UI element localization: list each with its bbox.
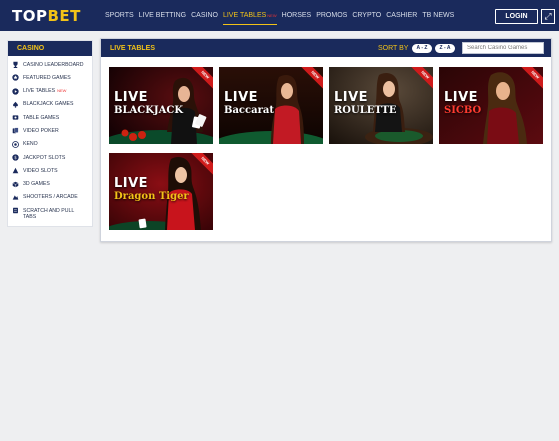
sidebar-item-label: FEATURED GAMES [23, 74, 71, 81]
sort-by-label: SORT BY [378, 45, 409, 52]
nav-tb-news[interactable]: TB NEWS [422, 11, 454, 21]
nav-sports[interactable]: SPORTS [105, 11, 134, 21]
svg-text:$: $ [14, 155, 17, 160]
search-casino-games-input[interactable] [462, 42, 544, 54]
live-icon [12, 87, 19, 95]
nav-live-tables[interactable]: LIVE TABLESNEW [222, 11, 277, 25]
sidebar-item-featured-games[interactable]: FEATURED GAMES [8, 71, 92, 84]
panel-title: LIVE TABLES [110, 45, 155, 52]
nav-live-betting[interactable]: LIVE BETTING [139, 11, 186, 21]
sidebar-item-video-poker[interactable]: VIDEO POKER [8, 124, 92, 137]
sidebar-live-tables-label: LIVE TABLES [23, 88, 56, 95]
sidebar-item-live-tables[interactable]: LIVE TABLES NEW [8, 85, 92, 98]
casino-sidebar: CASINO CASINO LEADERBOARD FEATURED GAMES… [7, 40, 93, 227]
game-tile-live-roulette[interactable]: LIVE ROULETTE NEW [329, 67, 433, 144]
sidebar-item-label: VIDEO POKER [23, 127, 59, 134]
game-tile-live-dragon-tiger[interactable]: LIVE Dragon Tiger NEW [109, 153, 213, 230]
sidebar-item-label: KENO [23, 141, 38, 148]
nav-crypto[interactable]: CRYPTO [352, 11, 381, 21]
sidebar-item-label: SHOOTERS / ARCADE [23, 194, 78, 201]
nav-live-tables-label: LIVE TABLES [222, 12, 267, 19]
tile-game-name: Dragon Tiger [114, 191, 189, 202]
sidebar-item-label: SCRATCH AND PULL TABS [23, 207, 75, 220]
panel-header: LIVE TABLES SORT BY A - Z Z - A [101, 39, 551, 57]
nav-casino[interactable]: CASINO [191, 11, 218, 21]
tile-game-name: SICBO [444, 105, 482, 116]
tile-live-label: LIVE [114, 90, 149, 105]
tile-game-name: ROULETTE [334, 105, 397, 116]
sidebar-item-label: BLACKJACK GAMES [23, 101, 74, 108]
sidebar-item-label: VIDEO SLOTS [23, 167, 58, 174]
star-icon [12, 74, 19, 81]
arcade-icon [12, 194, 19, 201]
sidebar-item-label: LIVE TABLES NEW [23, 87, 67, 95]
tile-live-label: LIVE [444, 90, 479, 105]
top-navigation-bar: TOPBET SPORTS LIVE BETTING CASINO LIVE T… [0, 0, 559, 31]
logo-text-top: TOP [12, 7, 48, 25]
cards-icon [12, 127, 19, 134]
sidebar-item-casino-leaderboard[interactable]: CASINO LEADERBOARD [8, 58, 92, 71]
sidebar-new-badge: NEW [57, 88, 67, 94]
sort-z-a-button[interactable]: Z - A [435, 44, 455, 53]
login-button[interactable]: LOGIN [495, 9, 538, 24]
keno-icon [12, 140, 19, 148]
tile-live-label: LIVE [334, 90, 369, 105]
sort-a-z-button[interactable]: A - Z [412, 44, 432, 53]
sidebar-item-jackpot-slots[interactable]: $ JACKPOT SLOTS [8, 151, 92, 164]
sidebar-item-blackjack-games[interactable]: BLACKJACK GAMES [8, 98, 92, 111]
sidebar-list: CASINO LEADERBOARD FEATURED GAMES LIVE T… [8, 56, 92, 226]
tile-game-name: Baccarat [224, 105, 274, 116]
live-tables-panel: LIVE TABLES SORT BY A - Z Z - A LIVE BLA… [100, 38, 552, 242]
logo-text-bet: BET [47, 7, 81, 25]
main-nav: SPORTS LIVE BETTING CASINO LIVE TABLESNE… [105, 11, 454, 25]
sidebar-item-label: TABLE GAMES [23, 114, 60, 121]
jackpot-icon: $ [12, 154, 19, 161]
scratch-icon [12, 207, 19, 214]
sidebar-item-label: 3D GAMES [23, 181, 50, 188]
game-tile-live-sicbo[interactable]: LIVE SICBO NEW [439, 67, 543, 144]
expand-icon[interactable]: ⤢ [541, 9, 555, 24]
nav-promos[interactable]: PROMOS [316, 11, 347, 21]
spade-icon [12, 101, 19, 108]
game-tile-live-baccarat[interactable]: LIVE Baccarat NEW [219, 67, 323, 144]
nav-new-badge: NEW [267, 13, 277, 18]
sidebar-item-table-games[interactable]: TABLE GAMES [8, 111, 92, 124]
sidebar-item-video-slots[interactable]: VIDEO SLOTS [8, 164, 92, 177]
tile-live-label: LIVE [114, 176, 149, 191]
sidebar-item-label: CASINO LEADERBOARD [23, 61, 84, 68]
sidebar-title: CASINO [8, 41, 92, 56]
sidebar-item-keno[interactable]: KENO [8, 138, 92, 151]
topbet-logo[interactable]: TOPBET [12, 7, 81, 25]
cube-icon [12, 181, 19, 188]
sidebar-item-scratch-pull-tabs[interactable]: SCRATCH AND PULL TABS [8, 204, 92, 222]
tile-live-label: LIVE [224, 90, 259, 105]
sidebar-item-label: JACKPOT SLOTS [23, 154, 66, 161]
nav-cashier[interactable]: CASHIER [386, 11, 417, 21]
table-games-icon [12, 114, 19, 121]
nav-horses[interactable]: HORSES [282, 11, 312, 21]
tile-game-name: BLACKJACK [114, 105, 184, 116]
slots-icon [12, 167, 19, 174]
sidebar-item-shooters-arcade[interactable]: SHOOTERS / ARCADE [8, 191, 92, 204]
sidebar-item-3d-games[interactable]: 3D GAMES [8, 178, 92, 191]
game-tile-live-blackjack[interactable]: LIVE BLACKJACK NEW [109, 67, 213, 144]
trophy-icon [12, 61, 19, 68]
